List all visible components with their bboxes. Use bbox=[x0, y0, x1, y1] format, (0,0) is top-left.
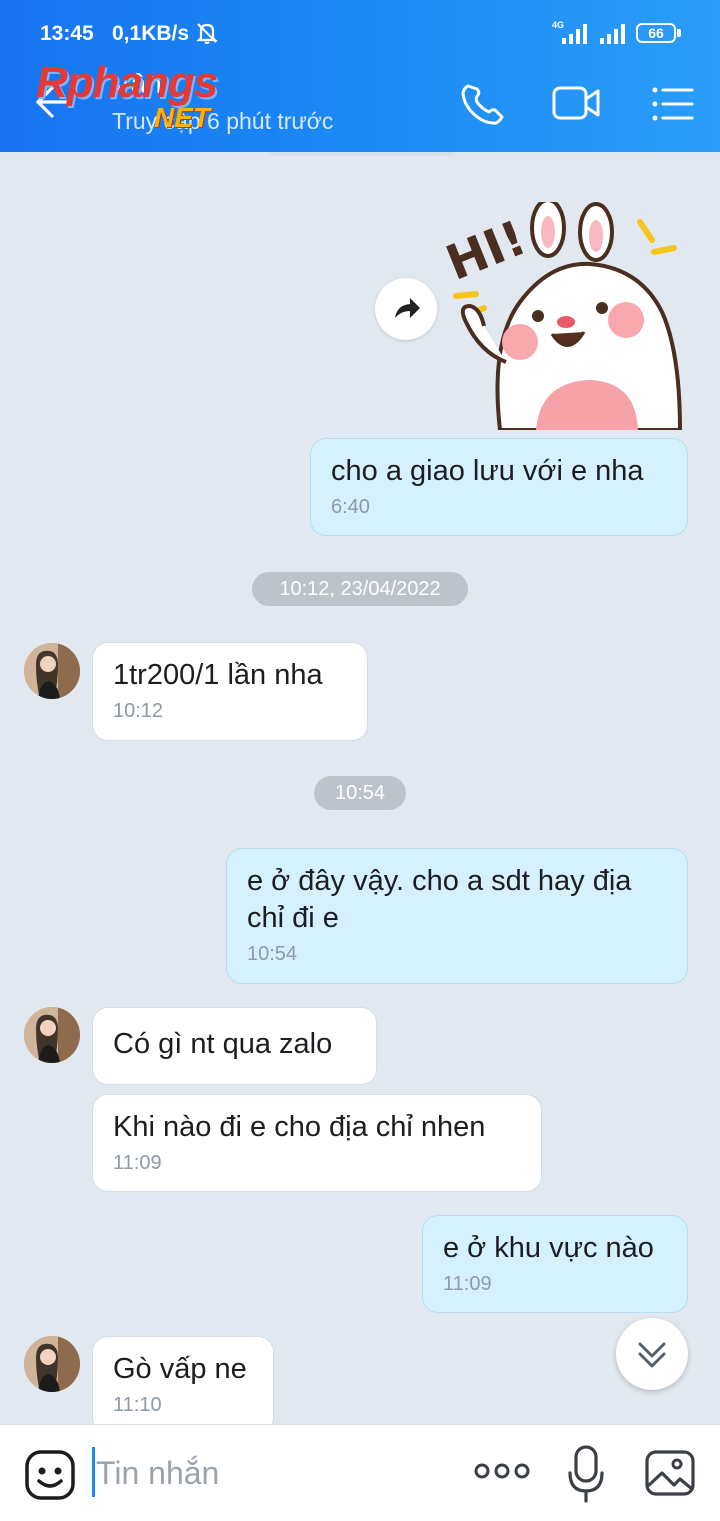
message-time: 6:40 bbox=[331, 496, 370, 518]
message-text: e ở đây vậy. cho a sdt hay địa bbox=[247, 865, 632, 897]
chat-message-list[interactable]: HI! cho a giao lưu với e nha 6:40 10:12,… bbox=[0, 152, 720, 1424]
phone-call-icon[interactable] bbox=[456, 80, 508, 128]
watermark-net: NET bbox=[154, 102, 210, 133]
watermark-text: Rphangs bbox=[36, 58, 218, 107]
status-bar: 13:45 0,1KB/s 4G 66 bbox=[0, 0, 720, 56]
bunny-hi-sticker[interactable]: HI! bbox=[440, 202, 690, 430]
signal-icon-2 bbox=[600, 24, 625, 44]
message-bubble-received[interactable]: Khi nào đi e cho địa chỉ nhen 11:09 bbox=[92, 1094, 542, 1192]
microphone-icon[interactable] bbox=[564, 1443, 608, 1505]
message-bubble-sent[interactable]: e ở khu vực nào 11:09 bbox=[422, 1215, 688, 1313]
emoji-sticker-icon[interactable] bbox=[24, 1449, 76, 1501]
message-text: cho a giao lưu với e nha bbox=[331, 455, 644, 487]
sticker-text: HI! bbox=[440, 210, 534, 292]
watermark-logo: Rphangs NET bbox=[36, 58, 266, 138]
battery-tip bbox=[677, 29, 681, 37]
message-time: 10:54 bbox=[247, 943, 298, 965]
message-input[interactable] bbox=[96, 1445, 456, 1501]
mute-icon bbox=[196, 23, 218, 44]
message-time: 10:12 bbox=[113, 700, 164, 722]
avatar[interactable] bbox=[24, 643, 80, 699]
previous-message-edge bbox=[266, 152, 456, 156]
share-arrow-icon bbox=[395, 298, 420, 318]
forward-button[interactable] bbox=[375, 278, 437, 340]
more-options-icon[interactable] bbox=[472, 1459, 532, 1483]
menu-list-icon[interactable] bbox=[648, 80, 700, 128]
avatar[interactable] bbox=[24, 1336, 80, 1392]
message-text: 1tr200/1 lần nha bbox=[113, 659, 323, 691]
date-separator: 10:12, 23/04/2022 bbox=[252, 572, 468, 606]
image-gallery-icon[interactable] bbox=[644, 1447, 696, 1499]
date-separator: 10:54 bbox=[314, 776, 406, 810]
message-text-line-2: chỉ đi e bbox=[247, 902, 339, 934]
network-speed: 0,1KB/s bbox=[112, 22, 190, 45]
avatar-photo bbox=[24, 643, 80, 699]
chat-header: 13:45 0,1KB/s 4G 66 Vân Truy cập 6 phút … bbox=[0, 0, 720, 152]
double-chevron-down-icon bbox=[638, 1342, 666, 1368]
message-bubble-received[interactable]: Gò vấp ne 11:10 bbox=[92, 1336, 274, 1424]
message-bubble-sent[interactable]: cho a giao lưu với e nha 6:40 bbox=[310, 438, 688, 536]
message-text: e ở khu vực nào bbox=[443, 1232, 654, 1264]
message-time: 11:10 bbox=[113, 1394, 162, 1416]
message-time: 11:09 bbox=[443, 1273, 492, 1295]
message-text: Có gì nt qua zalo bbox=[113, 1028, 333, 1060]
message-bubble-received[interactable]: Có gì nt qua zalo bbox=[92, 1007, 377, 1085]
message-bubble-received[interactable]: 1tr200/1 lần nha 10:12 bbox=[92, 642, 368, 741]
avatar-photo bbox=[24, 1336, 80, 1392]
message-input-bar bbox=[0, 1424, 720, 1521]
avatar[interactable] bbox=[24, 1007, 80, 1063]
message-bubble-sent[interactable]: e ở đây vậy. cho a sdt hay địa chỉ đi e … bbox=[226, 848, 688, 984]
message-text: Khi nào đi e cho địa chỉ nhen bbox=[113, 1111, 486, 1143]
message-time: 11:09 bbox=[113, 1152, 162, 1174]
status-time: 13:45 bbox=[40, 22, 94, 45]
video-call-icon[interactable] bbox=[550, 80, 602, 128]
text-caret bbox=[92, 1447, 95, 1497]
scroll-to-bottom-button[interactable] bbox=[616, 1318, 688, 1390]
signal-icon bbox=[562, 24, 587, 44]
message-text: Gò vấp ne bbox=[113, 1353, 247, 1385]
avatar-photo bbox=[24, 1007, 80, 1063]
battery-icon: 66 bbox=[636, 23, 676, 43]
